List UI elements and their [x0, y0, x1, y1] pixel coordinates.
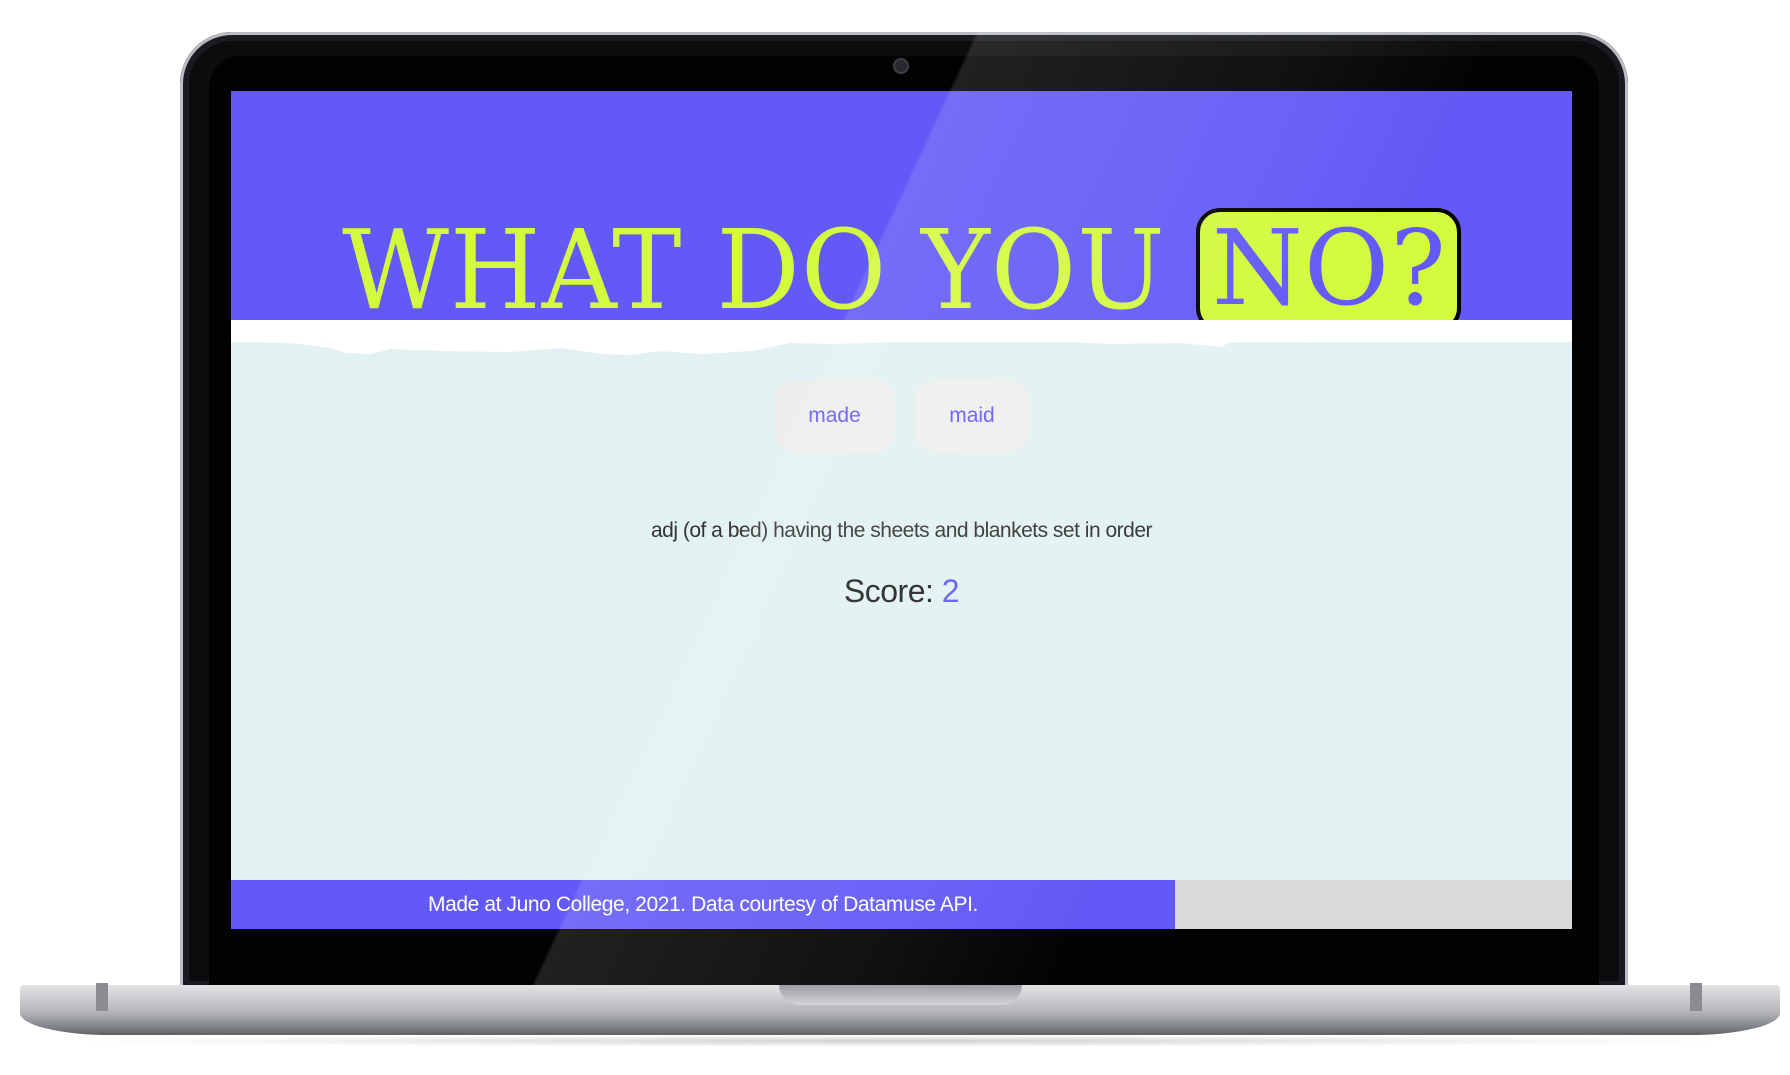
page-title: WHAT DO YOU NO? [231, 205, 1572, 334]
app-screen: WHAT DO YOU NO? made maid adj (of a bed) … [231, 91, 1572, 929]
score-label: Score: [843, 573, 934, 609]
game-area: made maid adj (of a bed) having the shee… [231, 342, 1572, 882]
word-definition: adj (of a bed) having the sheets and bla… [650, 519, 1153, 542]
laptop-hinge-notch [779, 985, 1022, 1005]
laptop-shadow [60, 1035, 1740, 1047]
site-footer: Made at Juno College, 2021. Data courtes… [231, 880, 1175, 929]
site-header: WHAT DO YOU NO? [231, 91, 1572, 332]
score-display: Score: 2 [231, 573, 1572, 610]
score-value: 2 [941, 573, 960, 609]
answer-options: made maid [231, 380, 1572, 452]
option-button-made[interactable]: made [774, 380, 895, 452]
footer-filler [1175, 880, 1572, 929]
laptop-foot-left [96, 983, 108, 1011]
laptop-foot-right [1690, 983, 1702, 1011]
option-button-maid[interactable]: maid [915, 380, 1029, 452]
title-text: WHAT DO YOU [342, 205, 1166, 334]
title-highlight: NO? [1195, 207, 1461, 332]
camera-icon [895, 60, 907, 72]
